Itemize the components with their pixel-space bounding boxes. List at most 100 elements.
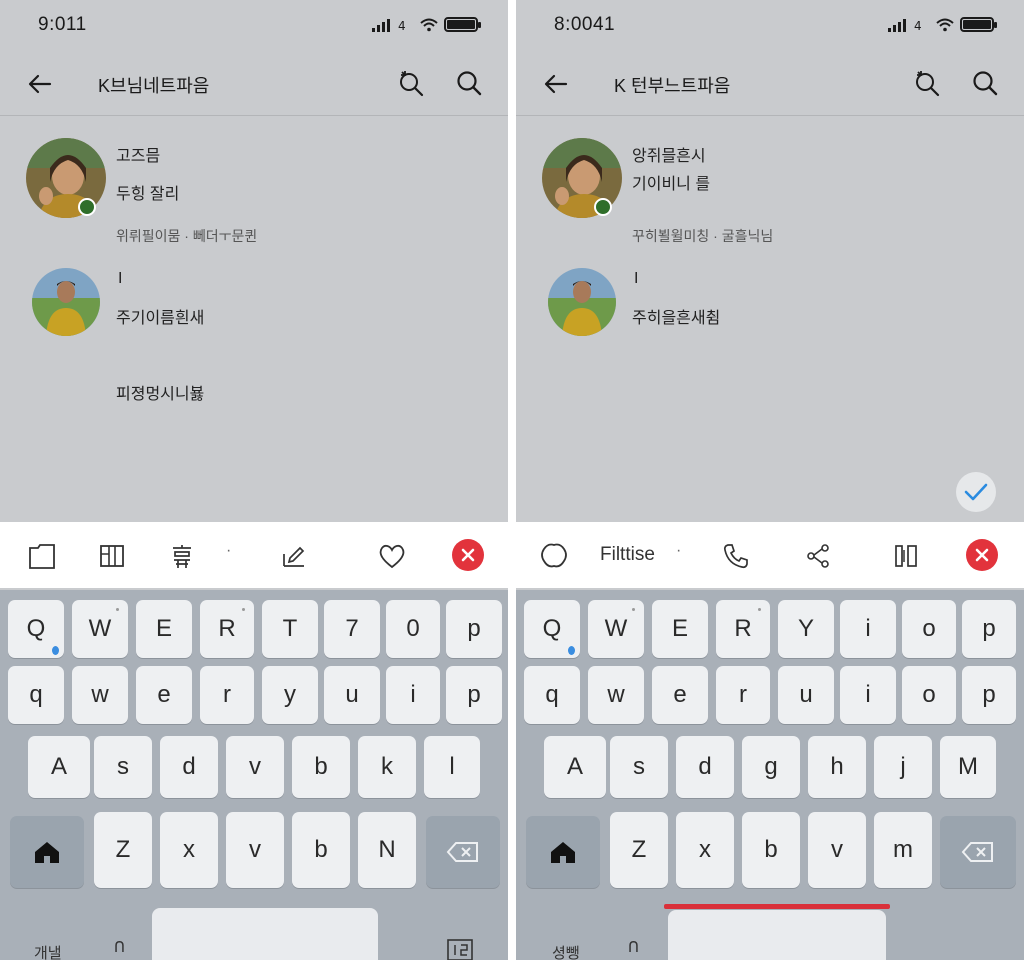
key[interactable]: i <box>840 666 896 724</box>
contact-meta: 꾸히뵐윌미칭 · 굴흘닉님 <box>632 228 774 244</box>
key-dot <box>758 608 761 611</box>
key[interactable]: v <box>808 812 866 888</box>
key[interactable]: e <box>136 666 192 724</box>
key[interactable]: x <box>676 812 734 888</box>
filter-label[interactable]: Filttise <box>600 544 655 566</box>
key[interactable]: u <box>324 666 380 724</box>
key[interactable]: j <box>874 736 932 798</box>
divider <box>508 0 516 960</box>
key[interactable]: r <box>200 666 254 724</box>
key[interactable]: q <box>524 666 580 724</box>
key[interactable]: i <box>386 666 440 724</box>
key[interactable]: p <box>962 600 1016 658</box>
key[interactable]: h <box>808 736 866 798</box>
search-history-icon[interactable] <box>396 68 426 98</box>
key[interactable]: p <box>962 666 1016 724</box>
search-history-icon[interactable] <box>912 68 942 98</box>
home-key[interactable] <box>10 816 84 888</box>
key[interactable]: o <box>902 666 956 724</box>
home-key[interactable] <box>526 816 600 888</box>
key[interactable]: W <box>588 600 644 658</box>
back-arrow-icon[interactable] <box>26 70 54 98</box>
svg-text:4: 4 <box>398 19 406 32</box>
key[interactable]: v <box>226 736 284 798</box>
key[interactable]: s <box>94 736 152 798</box>
search-icon[interactable] <box>970 68 1000 98</box>
key[interactable]: p <box>446 600 502 658</box>
key[interactable]: A <box>544 736 606 798</box>
backspace-key[interactable] <box>426 816 500 888</box>
backspace-key[interactable] <box>940 816 1016 888</box>
text-style-button[interactable] <box>166 540 198 572</box>
avatar[interactable] <box>32 268 100 336</box>
key[interactable]: d <box>160 736 218 798</box>
key[interactable]: M <box>940 736 996 798</box>
avatar[interactable] <box>548 268 616 336</box>
language-key-label[interactable]: 개낼 <box>34 942 62 960</box>
status-bar: 9:011 4 <box>0 0 508 52</box>
key[interactable]: A <box>28 736 90 798</box>
key[interactable]: b <box>292 812 350 888</box>
numbers-key-icon[interactable] <box>446 938 474 960</box>
key[interactable]: Z <box>610 812 668 888</box>
backspace-icon <box>961 842 993 862</box>
key[interactable]: m <box>874 812 932 888</box>
confirm-button[interactable] <box>956 472 996 512</box>
key[interactable]: b <box>742 812 800 888</box>
emoji-key-label[interactable]: ᑎ <box>114 938 125 956</box>
language-key-label[interactable]: 셩뺑 <box>552 942 580 960</box>
back-arrow-icon[interactable] <box>542 70 570 98</box>
contact-line2: 주히을흔새췸 <box>632 310 721 327</box>
key[interactable]: d <box>676 736 734 798</box>
key[interactable]: N <box>358 812 416 888</box>
key[interactable]: E <box>136 600 192 658</box>
home-icon <box>35 842 59 863</box>
key[interactable]: u <box>778 666 834 724</box>
key[interactable]: l <box>424 736 480 798</box>
columns-icon <box>895 545 917 567</box>
key[interactable]: w <box>72 666 128 724</box>
emoji-key-label[interactable]: ᑎ <box>628 938 639 956</box>
status-icons: 4 <box>888 17 997 32</box>
key[interactable]: k <box>358 736 416 798</box>
columns-button[interactable] <box>890 540 922 572</box>
search-icon[interactable] <box>454 68 484 98</box>
svg-text:4: 4 <box>914 19 922 32</box>
key[interactable]: Z <box>94 812 152 888</box>
key[interactable]: 7 <box>324 600 380 658</box>
key[interactable]: p <box>446 666 502 724</box>
key[interactable]: r <box>716 666 770 724</box>
folder-button[interactable] <box>26 540 58 572</box>
key[interactable]: i <box>840 600 896 658</box>
lasso-icon <box>541 543 567 568</box>
key[interactable]: b <box>292 736 350 798</box>
key[interactable]: q <box>8 666 64 724</box>
key[interactable]: x <box>160 812 218 888</box>
key[interactable]: y <box>262 666 318 724</box>
key[interactable]: v <box>226 812 284 888</box>
key[interactable]: s <box>610 736 668 798</box>
key[interactable]: g <box>742 736 800 798</box>
key[interactable]: T <box>262 600 318 658</box>
contact-name: I <box>634 270 639 287</box>
key[interactable]: 0 <box>386 600 440 658</box>
key[interactable]: R <box>200 600 254 658</box>
space-key[interactable] <box>152 908 378 960</box>
close-button[interactable] <box>452 539 484 571</box>
key[interactable]: Y <box>778 600 834 658</box>
space-key[interactable] <box>668 910 886 960</box>
edit-button[interactable] <box>278 540 310 572</box>
key[interactable]: R <box>716 600 770 658</box>
key[interactable]: o <box>902 600 956 658</box>
share-button[interactable] <box>802 540 834 572</box>
key[interactable]: e <box>652 666 708 724</box>
key[interactable]: E <box>652 600 708 658</box>
battery-icon <box>444 17 481 32</box>
call-button[interactable] <box>720 540 752 572</box>
key[interactable]: W <box>72 600 128 658</box>
key[interactable]: w <box>588 666 644 724</box>
close-button[interactable] <box>966 539 998 571</box>
like-button[interactable] <box>376 540 408 572</box>
panels-button[interactable] <box>96 540 128 572</box>
lasso-button[interactable] <box>538 540 570 572</box>
